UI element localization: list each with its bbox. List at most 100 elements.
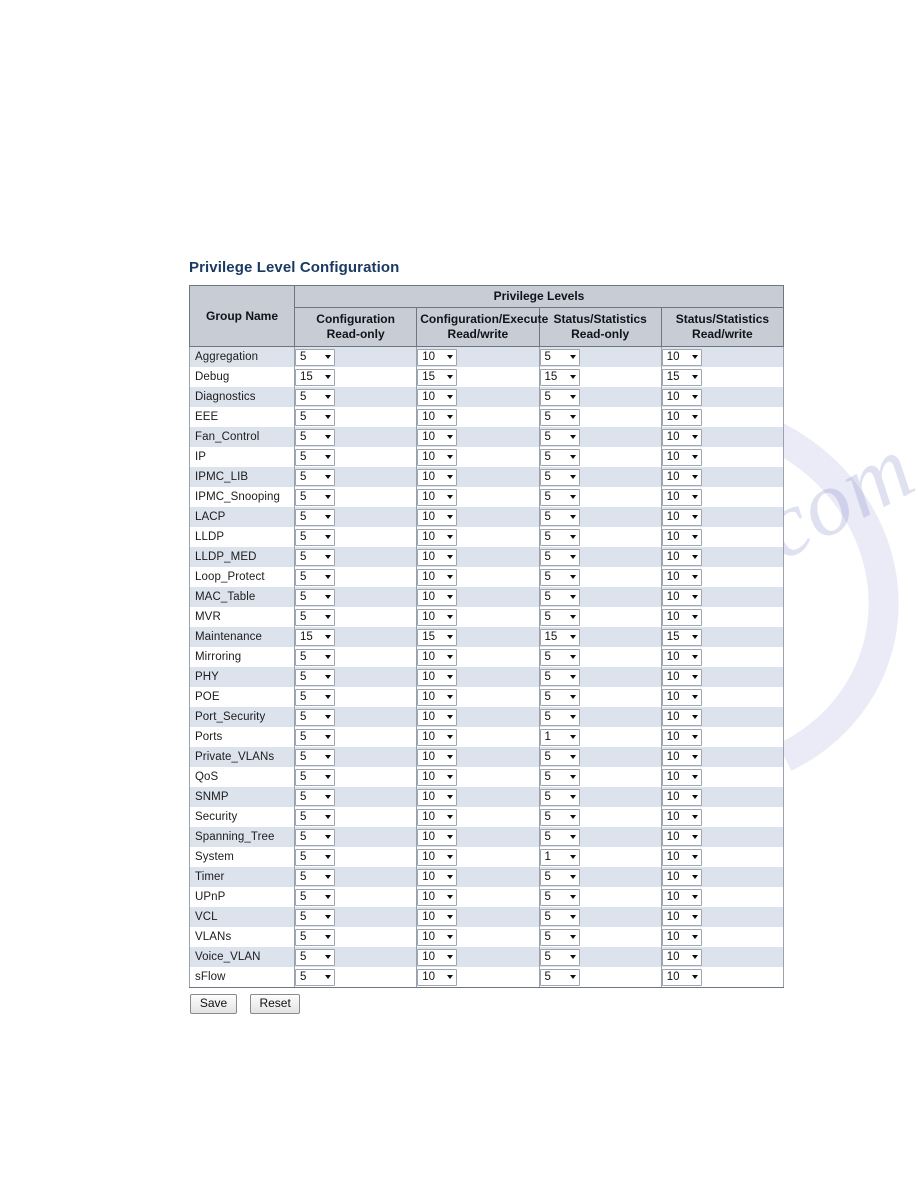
privilege-level-select-configuration-read-only[interactable]: 5 — [295, 408, 335, 426]
privilege-level-select-configuration-execute-read-write[interactable]: 10 — [417, 488, 458, 506]
privilege-level-select-status-statistics-read-write[interactable]: 10 — [661, 948, 702, 966]
privilege-level-select-configuration-read-only[interactable]: 5 — [295, 868, 335, 886]
privilege-level-select-status-statistics-read-write[interactable]: 10 — [661, 428, 702, 446]
privilege-level-select-configuration-execute-read-write[interactable]: 10 — [417, 828, 458, 846]
privilege-level-select-configuration-execute-read-write[interactable]: 10 — [417, 568, 458, 586]
privilege-level-select-configuration-read-only[interactable]: 5 — [295, 888, 335, 906]
privilege-level-select-configuration-execute-read-write[interactable]: 10 — [417, 808, 458, 826]
privilege-level-select-status-statistics-read-only[interactable]: 5 — [539, 968, 580, 986]
privilege-level-select-configuration-read-only[interactable]: 5 — [295, 528, 335, 546]
privilege-level-select-status-statistics-read-write[interactable]: 10 — [661, 868, 702, 886]
privilege-level-select-status-statistics-read-only[interactable]: 5 — [539, 868, 580, 886]
privilege-level-select-status-statistics-read-write[interactable]: 10 — [661, 688, 702, 706]
privilege-level-select-configuration-execute-read-write[interactable]: 10 — [417, 948, 458, 966]
privilege-level-select-configuration-execute-read-write[interactable]: 10 — [417, 588, 458, 606]
privilege-level-select-status-statistics-read-write[interactable]: 10 — [661, 908, 702, 926]
privilege-level-select-configuration-read-only[interactable]: 5 — [295, 648, 335, 666]
privilege-level-select-status-statistics-read-only[interactable]: 1 — [539, 848, 580, 866]
privilege-level-select-status-statistics-read-write[interactable]: 10 — [661, 968, 702, 986]
privilege-level-select-configuration-read-only[interactable]: 5 — [295, 568, 335, 586]
privilege-level-select-status-statistics-read-only[interactable]: 5 — [539, 768, 580, 786]
privilege-level-select-configuration-execute-read-write[interactable]: 10 — [417, 788, 458, 806]
privilege-level-select-configuration-read-only[interactable]: 5 — [295, 608, 335, 626]
privilege-level-select-configuration-read-only[interactable]: 5 — [295, 928, 335, 946]
privilege-level-select-configuration-read-only[interactable]: 5 — [295, 848, 335, 866]
privilege-level-select-configuration-read-only[interactable]: 5 — [295, 908, 335, 926]
privilege-level-select-status-statistics-read-only[interactable]: 5 — [539, 448, 580, 466]
privilege-level-select-configuration-execute-read-write[interactable]: 10 — [417, 668, 458, 686]
privilege-level-select-status-statistics-read-only[interactable]: 5 — [539, 468, 580, 486]
privilege-level-select-status-statistics-read-write[interactable]: 10 — [661, 488, 702, 506]
privilege-level-select-configuration-execute-read-write[interactable]: 10 — [417, 528, 458, 546]
privilege-level-select-status-statistics-read-write[interactable]: 10 — [661, 568, 702, 586]
privilege-level-select-configuration-execute-read-write[interactable]: 10 — [417, 748, 458, 766]
privilege-level-select-configuration-read-only[interactable]: 5 — [295, 668, 335, 686]
privilege-level-select-status-statistics-read-write[interactable]: 10 — [661, 708, 702, 726]
privilege-level-select-configuration-read-only[interactable]: 5 — [295, 708, 335, 726]
privilege-level-select-configuration-execute-read-write[interactable]: 10 — [417, 928, 458, 946]
privilege-level-select-status-statistics-read-only[interactable]: 5 — [539, 548, 580, 566]
privilege-level-select-configuration-execute-read-write[interactable]: 10 — [417, 648, 458, 666]
privilege-level-select-configuration-read-only[interactable]: 5 — [295, 428, 335, 446]
privilege-level-select-configuration-execute-read-write[interactable]: 10 — [417, 868, 458, 886]
privilege-level-select-status-statistics-read-write[interactable]: 15 — [661, 628, 702, 646]
privilege-level-select-configuration-read-only[interactable]: 5 — [295, 768, 335, 786]
privilege-level-select-configuration-read-only[interactable]: 5 — [295, 488, 335, 506]
privilege-level-select-status-statistics-read-write[interactable]: 10 — [661, 588, 702, 606]
privilege-level-select-status-statistics-read-only[interactable]: 5 — [539, 748, 580, 766]
privilege-level-select-status-statistics-read-only[interactable]: 5 — [539, 908, 580, 926]
privilege-level-select-status-statistics-read-only[interactable]: 5 — [539, 928, 580, 946]
privilege-level-select-configuration-read-only[interactable]: 5 — [295, 788, 335, 806]
privilege-level-select-configuration-execute-read-write[interactable]: 10 — [417, 968, 458, 986]
privilege-level-select-configuration-read-only[interactable]: 5 — [295, 468, 335, 486]
privilege-level-select-configuration-execute-read-write[interactable]: 10 — [417, 408, 458, 426]
privilege-level-select-status-statistics-read-only[interactable]: 5 — [539, 668, 580, 686]
privilege-level-select-status-statistics-read-write[interactable]: 10 — [661, 828, 702, 846]
privilege-level-select-status-statistics-read-only[interactable]: 5 — [539, 948, 580, 966]
privilege-level-select-status-statistics-read-only[interactable]: 5 — [539, 388, 580, 406]
privilege-level-select-configuration-read-only[interactable]: 15 — [295, 368, 335, 386]
privilege-level-select-status-statistics-read-only[interactable]: 5 — [539, 348, 580, 366]
privilege-level-select-configuration-execute-read-write[interactable]: 10 — [417, 548, 458, 566]
privilege-level-select-status-statistics-read-write[interactable]: 10 — [661, 528, 702, 546]
privilege-level-select-configuration-execute-read-write[interactable]: 10 — [417, 468, 458, 486]
privilege-level-select-status-statistics-read-only[interactable]: 5 — [539, 648, 580, 666]
privilege-level-select-status-statistics-read-write[interactable]: 10 — [661, 388, 702, 406]
privilege-level-select-status-statistics-read-only[interactable]: 5 — [539, 688, 580, 706]
privilege-level-select-status-statistics-read-write[interactable]: 10 — [661, 668, 702, 686]
privilege-level-select-status-statistics-read-only[interactable]: 5 — [539, 588, 580, 606]
privilege-level-select-status-statistics-read-only[interactable]: 15 — [539, 368, 580, 386]
privilege-level-select-status-statistics-read-only[interactable]: 5 — [539, 568, 580, 586]
privilege-level-select-configuration-read-only[interactable]: 5 — [295, 968, 335, 986]
privilege-level-select-status-statistics-read-write[interactable]: 10 — [661, 548, 702, 566]
privilege-level-select-configuration-read-only[interactable]: 5 — [295, 748, 335, 766]
privilege-level-select-configuration-execute-read-write[interactable]: 10 — [417, 348, 458, 366]
privilege-level-select-status-statistics-read-only[interactable]: 15 — [539, 628, 580, 646]
privilege-level-select-configuration-read-only[interactable]: 5 — [295, 548, 335, 566]
privilege-level-select-status-statistics-read-write[interactable]: 10 — [661, 748, 702, 766]
privilege-level-select-configuration-read-only[interactable]: 5 — [295, 348, 335, 366]
privilege-level-select-configuration-execute-read-write[interactable]: 10 — [417, 768, 458, 786]
privilege-level-select-status-statistics-read-write[interactable]: 10 — [661, 608, 702, 626]
save-button[interactable]: Save — [190, 994, 237, 1014]
privilege-level-select-configuration-execute-read-write[interactable]: 10 — [417, 728, 458, 746]
privilege-level-select-status-statistics-read-only[interactable]: 5 — [539, 508, 580, 526]
privilege-level-select-configuration-read-only[interactable]: 5 — [295, 728, 335, 746]
privilege-level-select-status-statistics-read-write[interactable]: 10 — [661, 808, 702, 826]
privilege-level-select-configuration-read-only[interactable]: 5 — [295, 508, 335, 526]
privilege-level-select-status-statistics-read-write[interactable]: 10 — [661, 888, 702, 906]
privilege-level-select-configuration-read-only[interactable]: 5 — [295, 828, 335, 846]
privilege-level-select-configuration-execute-read-write[interactable]: 10 — [417, 848, 458, 866]
privilege-level-select-status-statistics-read-write[interactable]: 10 — [661, 848, 702, 866]
privilege-level-select-status-statistics-read-only[interactable]: 1 — [539, 728, 580, 746]
privilege-level-select-status-statistics-read-write[interactable]: 15 — [661, 368, 702, 386]
privilege-level-select-status-statistics-read-only[interactable]: 5 — [539, 488, 580, 506]
privilege-level-select-configuration-execute-read-write[interactable]: 10 — [417, 508, 458, 526]
privilege-level-select-configuration-execute-read-write[interactable]: 15 — [417, 628, 458, 646]
privilege-level-select-status-statistics-read-write[interactable]: 10 — [661, 648, 702, 666]
privilege-level-select-status-statistics-read-write[interactable]: 10 — [661, 508, 702, 526]
privilege-level-select-configuration-execute-read-write[interactable]: 10 — [417, 888, 458, 906]
privilege-level-select-status-statistics-read-only[interactable]: 5 — [539, 528, 580, 546]
privilege-level-select-configuration-read-only[interactable]: 5 — [295, 688, 335, 706]
privilege-level-select-status-statistics-read-only[interactable]: 5 — [539, 708, 580, 726]
